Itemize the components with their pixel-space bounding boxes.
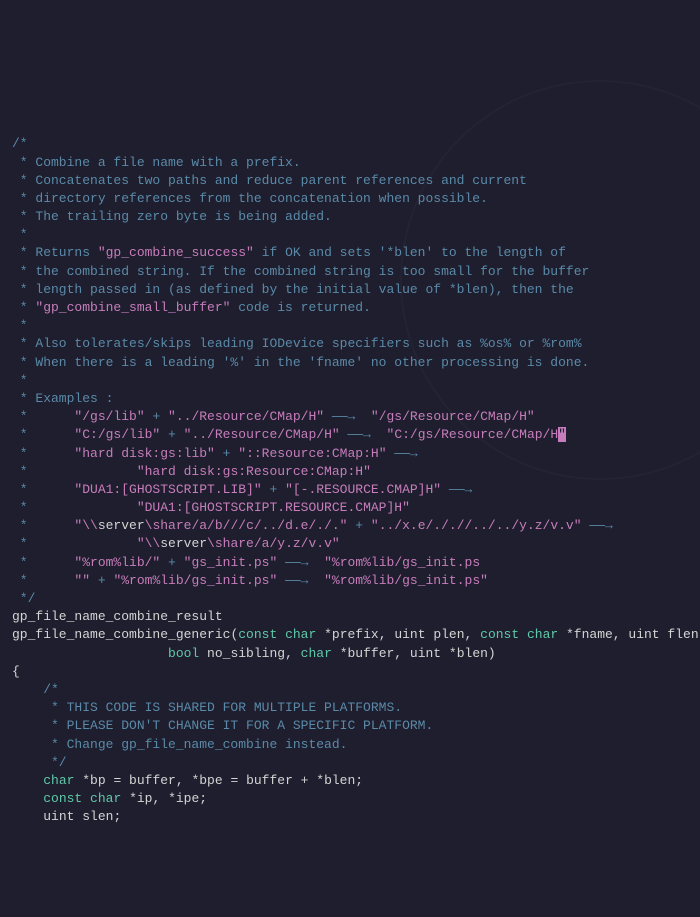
string-literal: "C:/gs/lib" [74,427,160,442]
string-literal: "gs_init.ps" [184,555,278,570]
keyword-const: const [238,627,277,642]
string-literal: "::Resource:CMap:H" [238,446,386,461]
comment-line: * [12,464,137,479]
arrow-icon: ——→ [285,573,308,588]
var-decl: *ip, *ipe; [121,791,207,806]
comment-line: * [12,427,74,442]
string-literal: "%rom%lib/gs_init.ps" [113,573,277,588]
cursor-position: " [558,427,566,442]
inner-comment: /* [12,682,59,697]
comment-line: */ [12,591,35,606]
comment-line: * When there is a leading '%' in the 'fn… [12,355,589,370]
inner-comment: */ [12,755,67,770]
string-literal: "/gs/lib" [74,409,144,424]
inner-comment: * PLEASE DON'T CHANGE IT FOR A SPECIFIC … [12,718,433,733]
function-name: gp_file_name_combine_generic [12,627,230,642]
comment-line: * [12,555,74,570]
string-literal: "gp_combine_success" [98,245,254,260]
string-literal: "/gs/Resource/CMap/H" [371,409,535,424]
comment-line: * Combine a file name with a prefix. [12,155,301,170]
string-literal: "%rom%lib/" [74,555,160,570]
comment-line: * [12,227,28,242]
string-literal: "DUA1:[GHOSTSCRIPT.LIB]" [74,482,261,497]
comment-line: * [12,318,28,333]
arrow-icon: ——→ [332,409,355,424]
var-decl: slen; [74,809,121,824]
comment-line: * Also tolerates/skips leading IODevice … [12,336,582,351]
comment-line: * Returns [12,245,98,260]
string-literal: "DUA1:[GHOSTSCRIPT.RESOURCE.CMAP]H" [137,500,410,515]
arrow-icon: ——→ [394,446,417,461]
code-editor-content: /* * Combine a file name with a prefix. … [12,117,688,826]
comment-line: * length passed in (as defined by the in… [12,282,574,297]
string-literal: "\\ [74,518,97,533]
arrow-icon: ——→ [285,555,308,570]
arrow-icon: ——→ [589,518,612,533]
comment-line: * [12,409,74,424]
string-literal: "hard disk:gs:Resource:CMap:H" [137,464,371,479]
comment-line: if OK and sets '*blen' to the length of [254,245,566,260]
comment-line: * [12,573,74,588]
comment-line: * [12,446,74,461]
comment-line: * [12,518,74,533]
arrow-icon: ——→ [348,427,371,442]
string-literal: "../Resource/CMap/H" [168,409,324,424]
string-literal: "%rom%lib/gs_init.ps" [324,573,488,588]
comment-line: * Concatenates two paths and reduce pare… [12,173,527,188]
keyword-char: char [285,627,316,642]
inner-comment: * Change gp_file_name_combine instead. [12,737,347,752]
string-literal: "../x.e/././/../../y.z/v.v" [371,518,582,533]
keyword-bool: bool [168,646,199,661]
comment-line: * the combined string. If the combined s… [12,264,589,279]
keyword-uint: uint [394,627,425,642]
string-literal: "" [74,573,90,588]
comment-line: * The trailing zero byte is being added. [12,209,332,224]
comment-line: * Examples : [12,391,113,406]
string-literal: "\\ [137,536,160,551]
var-decl: *bp = buffer, *bpe = buffer + *blen; [74,773,363,788]
comment-line: code is returned. [230,300,370,315]
string-literal: "hard disk:gs:lib" [74,446,214,461]
arrow-icon: ——→ [449,482,472,497]
comment-line: * [12,482,74,497]
inner-comment: * THIS CODE IS SHARED FOR MULTIPLE PLATF… [12,700,402,715]
comment-line: /* [12,136,28,151]
string-literal: "../Resource/CMap/H" [184,427,340,442]
brace-open: { [12,664,20,679]
string-literal: "[-.RESOURCE.CMAP]H" [285,482,441,497]
string-literal: "%rom%lib/gs_init.ps [324,555,480,570]
string-literal: "C:/gs/Resource/CMap/H [387,427,559,442]
comment-line: * directory references from the concaten… [12,191,488,206]
comment-line: * [12,300,35,315]
comment-line: * [12,536,137,551]
comment-line: * [12,373,28,388]
return-type: gp_file_name_combine_result [12,609,223,624]
string-literal: "gp_combine_small_buffer" [35,300,230,315]
comment-line: * [12,500,137,515]
